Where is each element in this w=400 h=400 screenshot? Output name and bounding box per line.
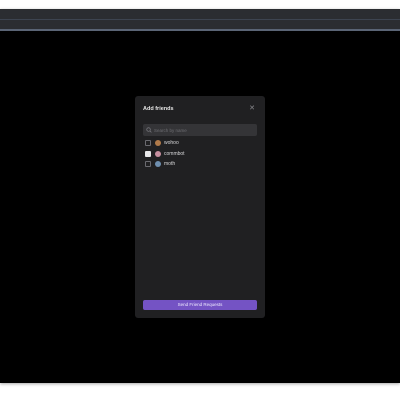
friend-name: wohoo	[164, 140, 179, 147]
search-field[interactable]	[143, 124, 257, 136]
friend-name: moth	[164, 161, 176, 168]
close-icon[interactable]: ✕	[247, 104, 257, 114]
friend-item[interactable]: wohoo	[145, 138, 255, 149]
top-bar-divider	[0, 19, 400, 20]
avatar	[155, 161, 161, 168]
friend-checkbox[interactable]	[145, 150, 151, 157]
top-bar	[0, 9, 400, 31]
add-friends-dialog: Add friends ✕ wohoo commbot	[135, 96, 265, 318]
friend-name: commbot	[164, 150, 185, 157]
search-icon	[146, 127, 152, 133]
friend-list: wohoo commbot moth	[145, 138, 255, 170]
friend-item[interactable]: moth	[145, 159, 255, 170]
friend-checkbox[interactable]	[145, 161, 151, 168]
send-friend-requests-button[interactable]: Send Friend Requests	[143, 300, 257, 310]
friend-checkbox[interactable]	[145, 140, 151, 147]
avatar	[155, 140, 161, 147]
dialog-header: Add friends ✕	[143, 104, 257, 114]
dialog-title: Add friends	[143, 106, 174, 112]
app-window: Add friends ✕ wohoo commbot	[0, 9, 400, 383]
friend-item[interactable]: commbot	[145, 149, 255, 160]
avatar	[155, 150, 161, 157]
search-input[interactable]	[154, 124, 254, 136]
